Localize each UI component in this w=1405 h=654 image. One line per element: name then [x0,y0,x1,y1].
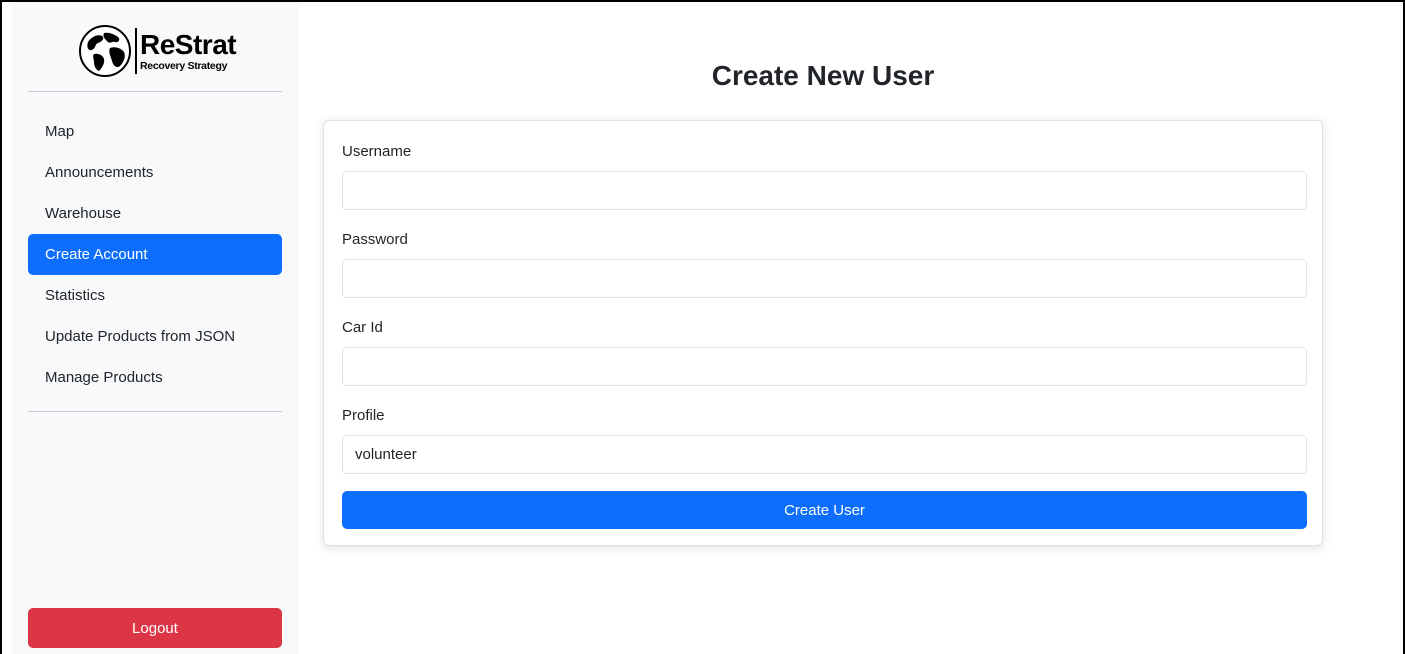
create-user-form: Username Password Car Id Profile Create … [323,120,1323,546]
brand-divider [135,28,137,74]
profile-label: Profile [342,407,385,424]
profile-input[interactable] [342,435,1307,474]
brand-text: ReStrat Recovery Strategy [140,28,237,72]
globe-icon [79,25,131,77]
sidebar-item-update-products-json[interactable]: Update Products from JSON [28,316,282,357]
brand-logo[interactable]: ReStrat Recovery Strategy [78,24,237,78]
sidebar-item-manage-products[interactable]: Manage Products [28,357,282,398]
sidebar-item-statistics[interactable]: Statistics [28,275,282,316]
sidebar-item-create-account[interactable]: Create Account [28,234,282,275]
sidebar-nav: Map Announcements Warehouse Create Accou… [28,111,282,398]
sidebar-item-map[interactable]: Map [28,111,282,152]
car-id-label: Car Id [342,319,383,336]
brand-tagline: Recovery Strategy [140,59,228,72]
sidebar-divider-bottom [28,411,282,412]
create-user-button[interactable]: Create User [342,491,1307,529]
brand-name: ReStrat [140,28,237,60]
username-label: Username [342,143,412,160]
password-input[interactable] [342,259,1307,298]
sidebar-item-warehouse[interactable]: Warehouse [28,193,282,234]
sidebar-divider-top [28,91,282,92]
username-input[interactable] [342,171,1307,210]
sidebar-item-announcements[interactable]: Announcements [28,152,282,193]
sidebar: ReStrat Recovery Strategy Map Announceme… [12,2,299,654]
page-title: Create New User [711,60,935,91]
car-id-input[interactable] [342,347,1307,386]
password-label: Password [342,231,408,248]
logout-button[interactable]: Logout [28,608,282,648]
